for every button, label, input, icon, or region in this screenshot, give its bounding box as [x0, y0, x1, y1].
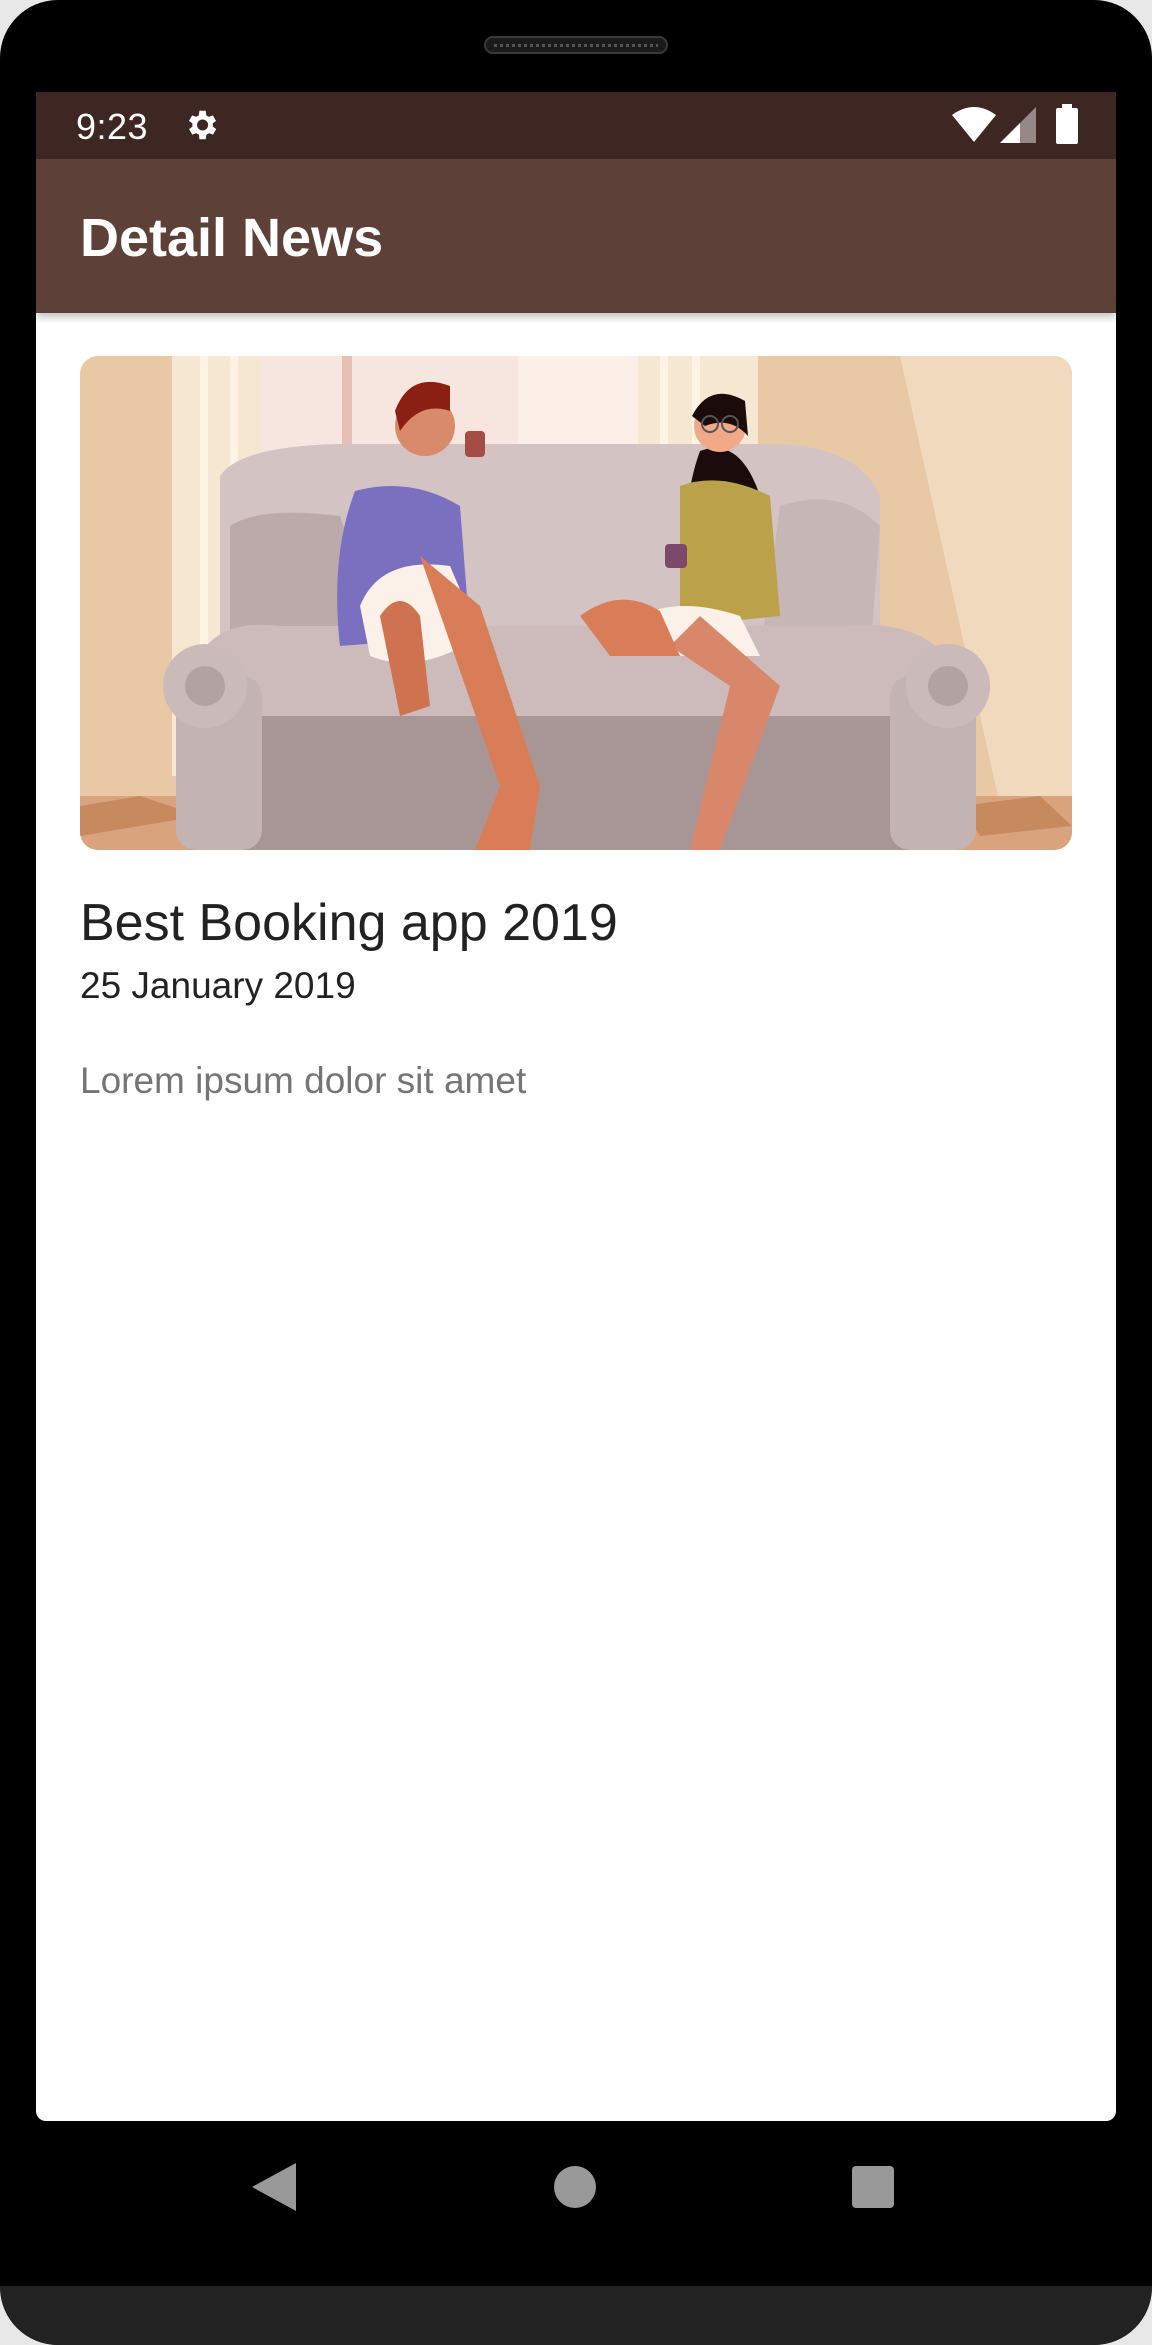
recents-icon[interactable] — [852, 2166, 894, 2208]
gear-icon — [188, 110, 217, 140]
page-title: Detail News — [80, 208, 384, 268]
back-icon[interactable] — [252, 2163, 296, 2211]
news-body: Lorem ipsum dolor sit amet — [80, 1060, 527, 1101]
app-bar: Detail News — [36, 159, 1116, 313]
screen: 9:23 Detail News Best Booking app 2019 2… — [36, 92, 1116, 2121]
news-date: 25 January 2019 — [80, 965, 356, 1006]
earpiece-speaker — [484, 36, 668, 54]
news-image — [80, 356, 1072, 850]
wifi-icon — [952, 107, 996, 142]
home-icon[interactable] — [554, 2166, 596, 2208]
battery-icon — [1056, 104, 1078, 144]
phone-chin — [0, 2286, 1152, 2345]
signal-icon — [1000, 107, 1036, 143]
news-title: Best Booking app 2019 — [80, 894, 618, 952]
status-time: 9:23 — [76, 106, 149, 147]
status-bar: 9:23 — [36, 92, 1116, 159]
navigation-bar — [0, 2121, 1152, 2286]
phone-frame: 9:23 Detail News Best Booking app 2019 2… — [0, 0, 1152, 2345]
